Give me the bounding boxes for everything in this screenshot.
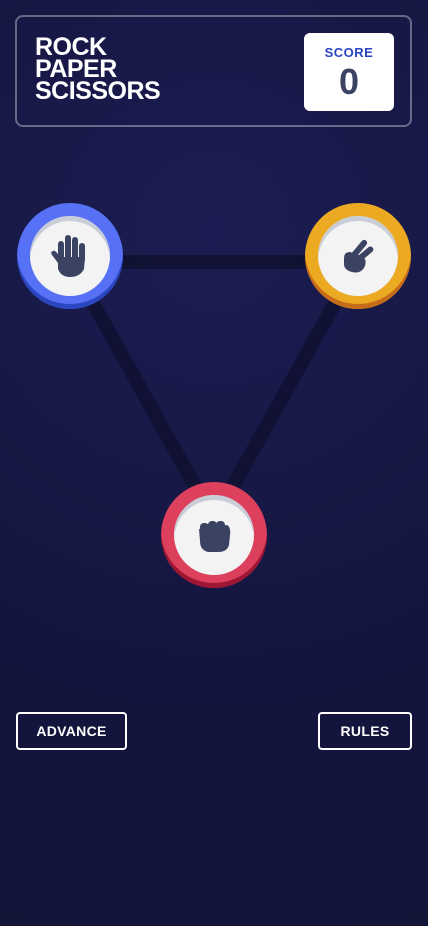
- advance-button[interactable]: ADVANCE: [16, 712, 127, 750]
- rock-token[interactable]: [161, 482, 267, 588]
- scissors-token-face: [318, 216, 398, 296]
- paper-token[interactable]: [17, 203, 123, 309]
- rules-button[interactable]: RULES: [318, 712, 412, 750]
- hand-paper-icon: [51, 235, 85, 277]
- paper-token-face: [30, 216, 110, 296]
- triangle-background: [63, 255, 365, 527]
- scissors-token[interactable]: [305, 203, 411, 309]
- hand-rock-icon: [199, 521, 231, 552]
- hand-scissors-icon: [344, 239, 374, 273]
- rock-token-face: [174, 495, 254, 575]
